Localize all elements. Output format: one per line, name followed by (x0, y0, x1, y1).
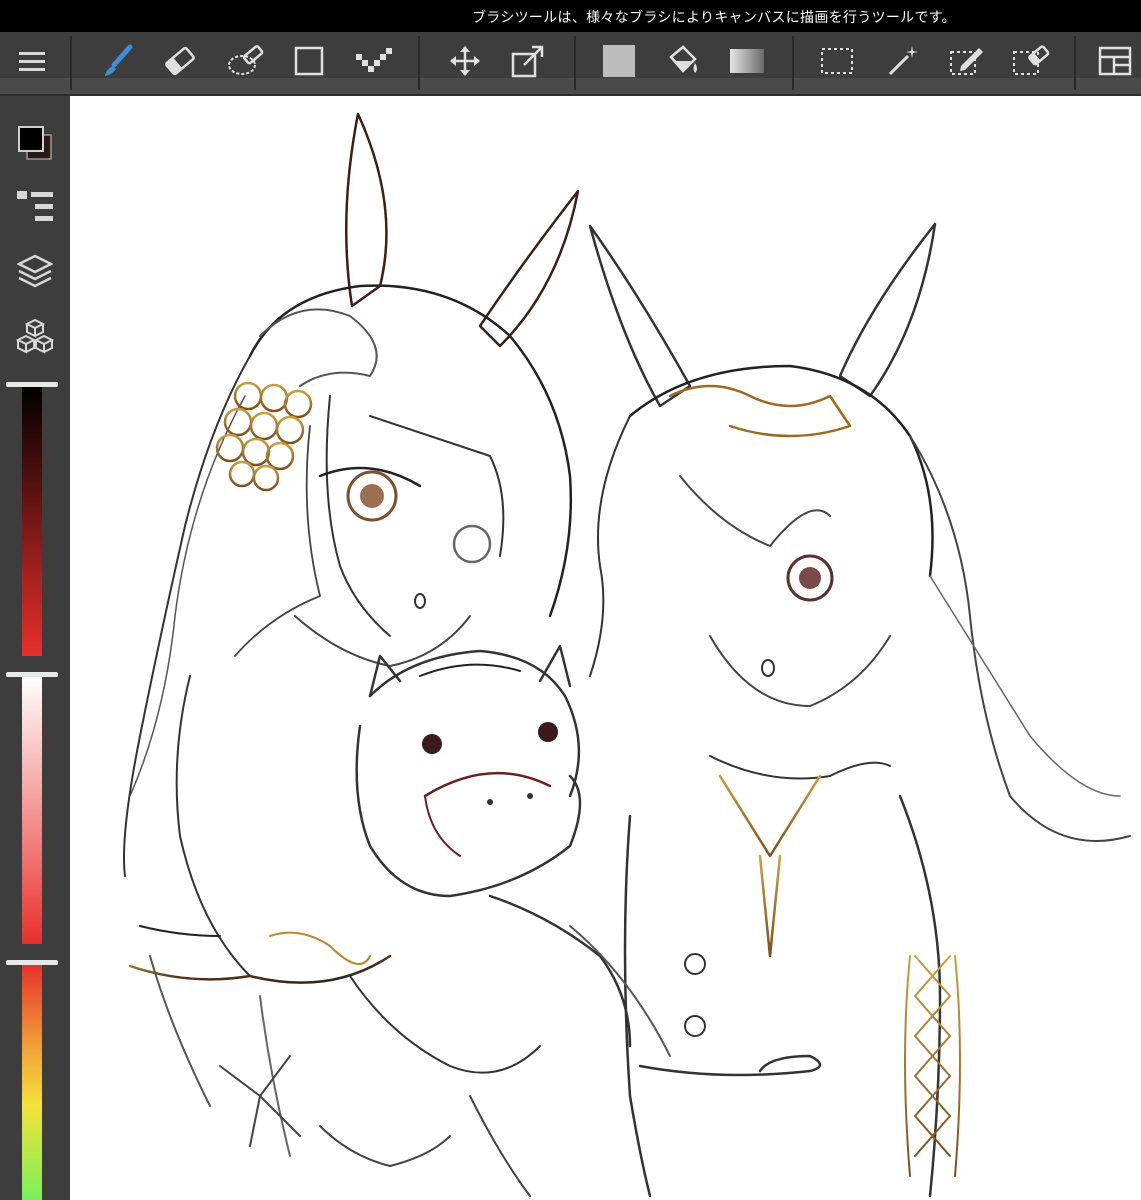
saturation-slider-handle[interactable] (6, 672, 58, 677)
layers-icon[interactable] (10, 246, 60, 296)
bucket-tool-icon[interactable] (660, 40, 706, 82)
magic-wand-tool-icon[interactable] (880, 40, 926, 82)
move-tool-icon[interactable] (442, 40, 488, 82)
eraser-tool-icon[interactable] (157, 40, 203, 82)
hue-slider-handle[interactable] (6, 382, 58, 387)
line-art-illustration (123, 112, 1131, 1198)
toolbar-separator (574, 36, 576, 90)
shape-tool-icon[interactable] (286, 40, 332, 82)
menu-icon[interactable] (9, 40, 55, 82)
transform-tool-icon[interactable] (505, 40, 551, 82)
dot-tool-icon[interactable] (350, 40, 396, 82)
saturation-slider[interactable] (22, 676, 42, 944)
status-bar: ブラシツールは、様々なブラシによりキャンバスに描画を行うツールです。 (0, 0, 1141, 32)
toolbar-separator (792, 36, 794, 90)
lasso-eraser-tool-icon[interactable] (222, 40, 268, 82)
layout-icon[interactable] (1092, 40, 1138, 82)
select-pen-tool-icon[interactable] (944, 40, 990, 82)
brightness-slider-handle[interactable] (6, 960, 58, 965)
color-swatch-icon[interactable] (10, 118, 60, 168)
gradient-tool-icon[interactable] (724, 40, 770, 82)
hue-slider[interactable] (22, 386, 42, 656)
toolbar-separator (1074, 36, 1076, 90)
brush-list-icon[interactable] (10, 182, 60, 232)
tool-tooltip: ブラシツールは、様々なブラシによりキャンバスに描画を行うツールです。 (472, 10, 956, 26)
select-eraser-tool-icon[interactable] (1008, 40, 1054, 82)
materials-icon[interactable] (10, 312, 60, 362)
toolbar-separator (70, 36, 72, 90)
brush-tool-icon[interactable] (95, 40, 141, 82)
toolbar-separator (418, 36, 420, 90)
drawing-canvas[interactable] (70, 96, 1141, 1200)
brightness-slider[interactable] (22, 964, 42, 1200)
fill-color-icon[interactable] (596, 40, 642, 82)
select-tool-icon[interactable] (814, 40, 860, 82)
